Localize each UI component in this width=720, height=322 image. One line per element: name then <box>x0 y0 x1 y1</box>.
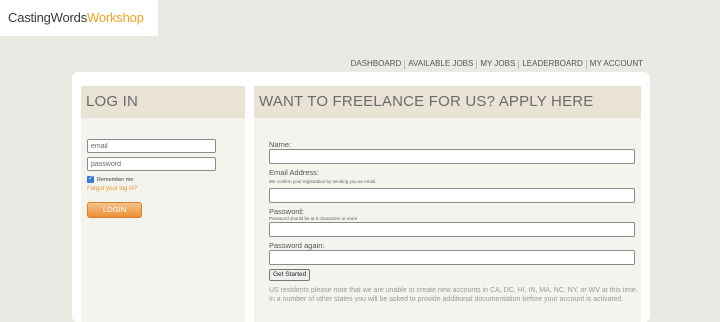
forgot-login-link[interactable]: Forgot your log in? <box>87 186 137 192</box>
apply-heading: WANT TO FREELANCE FOR US? APPLY HERE <box>254 86 641 118</box>
apply-panel: WANT TO FREELANCE FOR US? APPLY HERE Nam… <box>254 86 641 322</box>
password-again-label: Password again: <box>269 241 325 250</box>
name-input[interactable] <box>269 149 635 164</box>
password-label: Password: <box>269 207 305 216</box>
login-heading: LOG IN <box>81 86 245 118</box>
nav-dashboard[interactable]: DASHBOARD <box>348 59 405 69</box>
main-container: LOG IN ✓ Remember me Forgot your log in?… <box>72 72 650 322</box>
logo[interactable]: CastingWordsWorkshop <box>0 0 158 36</box>
login-password-input[interactable] <box>87 157 216 171</box>
logo-text-primary: CastingWords <box>8 10 88 25</box>
name-label: Name: <box>269 140 292 149</box>
password-again-input[interactable] <box>269 250 635 265</box>
password-note: Password should be at 6 characters or mo… <box>269 216 358 221</box>
login-email-input[interactable] <box>87 139 216 153</box>
nav-my-account[interactable]: MY ACCOUNT <box>587 59 646 69</box>
login-panel: LOG IN ✓ Remember me Forgot your log in?… <box>81 86 245 322</box>
login-button[interactable]: LOGIN <box>87 202 142 218</box>
email-input[interactable] <box>269 188 635 203</box>
password-input[interactable] <box>269 222 635 237</box>
nav-leaderboard[interactable]: LEADERBOARD <box>519 59 585 69</box>
remember-me-label: Remember me <box>97 177 134 183</box>
email-label: Email Address: <box>269 168 320 177</box>
nav-available-jobs[interactable]: AVAILABLE JOBS <box>405 59 476 69</box>
nav-my-jobs[interactable]: MY JOBS <box>477 59 518 69</box>
logo-text-accent: Workshop <box>87 10 144 25</box>
remember-me-checkbox[interactable]: ✓ <box>87 176 94 183</box>
us-residents-notice: US residents please note that we are una… <box>269 287 638 303</box>
get-started-button[interactable]: Get Started <box>269 269 311 281</box>
email-note: We confirm your registration by sending … <box>269 179 377 184</box>
top-navigation: DASHBOARD AVAILABLE JOBS MY JOBS LEADERB… <box>348 59 646 69</box>
